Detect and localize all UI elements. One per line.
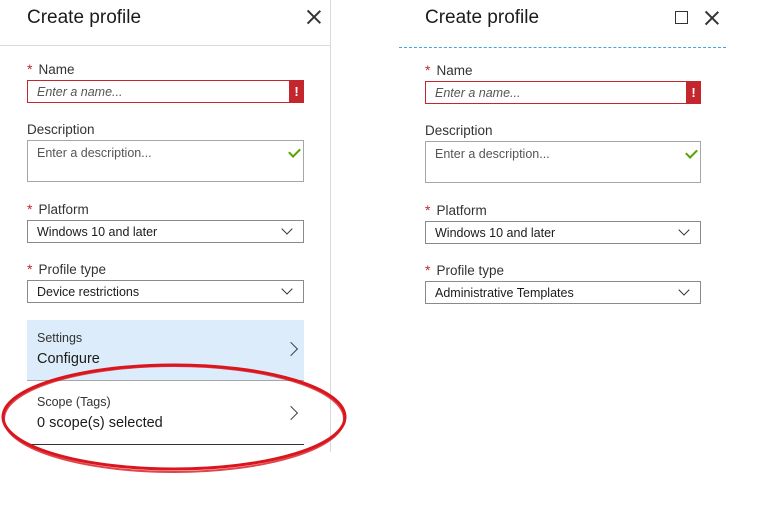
settings-item[interactable]: Settings Configure xyxy=(27,320,304,381)
panel-title: Create profile xyxy=(425,7,540,28)
create-profile-panel-right: Create profile * Name Enter a name... ! D… xyxy=(399,0,726,320)
description-label: Description xyxy=(27,122,95,137)
chevron-right-icon xyxy=(283,405,299,421)
scope-value: 0 scope(s) selected xyxy=(37,415,163,431)
description-input[interactable]: Enter a description... xyxy=(27,140,304,182)
chevron-down-icon xyxy=(678,224,690,236)
description-placeholder: Enter a description... xyxy=(37,146,152,160)
description-label: Description xyxy=(425,123,493,138)
platform-label: * Platform xyxy=(425,202,487,218)
name-placeholder: Enter a name... xyxy=(37,85,123,99)
required-marker: * xyxy=(425,262,431,278)
checkmark-icon xyxy=(288,145,301,158)
platform-dropdown[interactable]: Windows 10 and later xyxy=(27,220,304,243)
required-marker: * xyxy=(425,202,431,218)
close-icon[interactable] xyxy=(307,10,321,24)
profile-type-label: * Profile type xyxy=(27,261,106,277)
platform-dropdown[interactable]: Windows 10 and later xyxy=(425,221,701,244)
required-marker: * xyxy=(27,261,33,277)
header-divider xyxy=(0,45,330,46)
scope-tags-item[interactable]: Scope (Tags) 0 scope(s) selected xyxy=(27,384,304,445)
platform-label: * Platform xyxy=(27,201,89,217)
platform-value: Windows 10 and later xyxy=(37,225,158,239)
create-profile-panel-left: Create profile * Name Enter a name... ! D… xyxy=(0,0,331,452)
name-input[interactable]: Enter a name... ! xyxy=(27,80,304,103)
chevron-down-icon xyxy=(678,284,690,296)
chevron-right-icon xyxy=(283,341,299,357)
header-divider xyxy=(399,47,726,48)
name-placeholder: Enter a name... xyxy=(435,86,521,100)
required-marker: * xyxy=(27,201,33,217)
error-icon: ! xyxy=(686,81,701,104)
panel-title: Create profile xyxy=(27,7,142,28)
chevron-down-icon xyxy=(281,223,293,235)
name-input[interactable]: Enter a name... ! xyxy=(425,81,701,104)
settings-value: Configure xyxy=(37,351,100,367)
required-marker: * xyxy=(425,62,431,78)
name-label: * Name xyxy=(27,61,75,77)
description-placeholder: Enter a description... xyxy=(435,147,550,161)
name-label: * Name xyxy=(425,62,473,78)
profile-type-dropdown[interactable]: Device restrictions xyxy=(27,280,304,303)
profile-type-value: Device restrictions xyxy=(37,285,140,299)
checkmark-icon xyxy=(685,146,698,159)
maximize-icon[interactable] xyxy=(675,11,688,24)
profile-type-label: * Profile type xyxy=(425,262,504,278)
scope-label: Scope (Tags) xyxy=(37,395,111,409)
required-marker: * xyxy=(27,61,33,77)
profile-type-value: Administrative Templates xyxy=(435,286,574,300)
settings-label: Settings xyxy=(37,331,83,345)
error-icon: ! xyxy=(289,80,304,103)
close-icon[interactable] xyxy=(705,11,719,25)
chevron-down-icon xyxy=(281,283,293,295)
description-input[interactable]: Enter a description... xyxy=(425,141,701,183)
profile-type-dropdown[interactable]: Administrative Templates xyxy=(425,281,701,304)
platform-value: Windows 10 and later xyxy=(435,226,556,240)
